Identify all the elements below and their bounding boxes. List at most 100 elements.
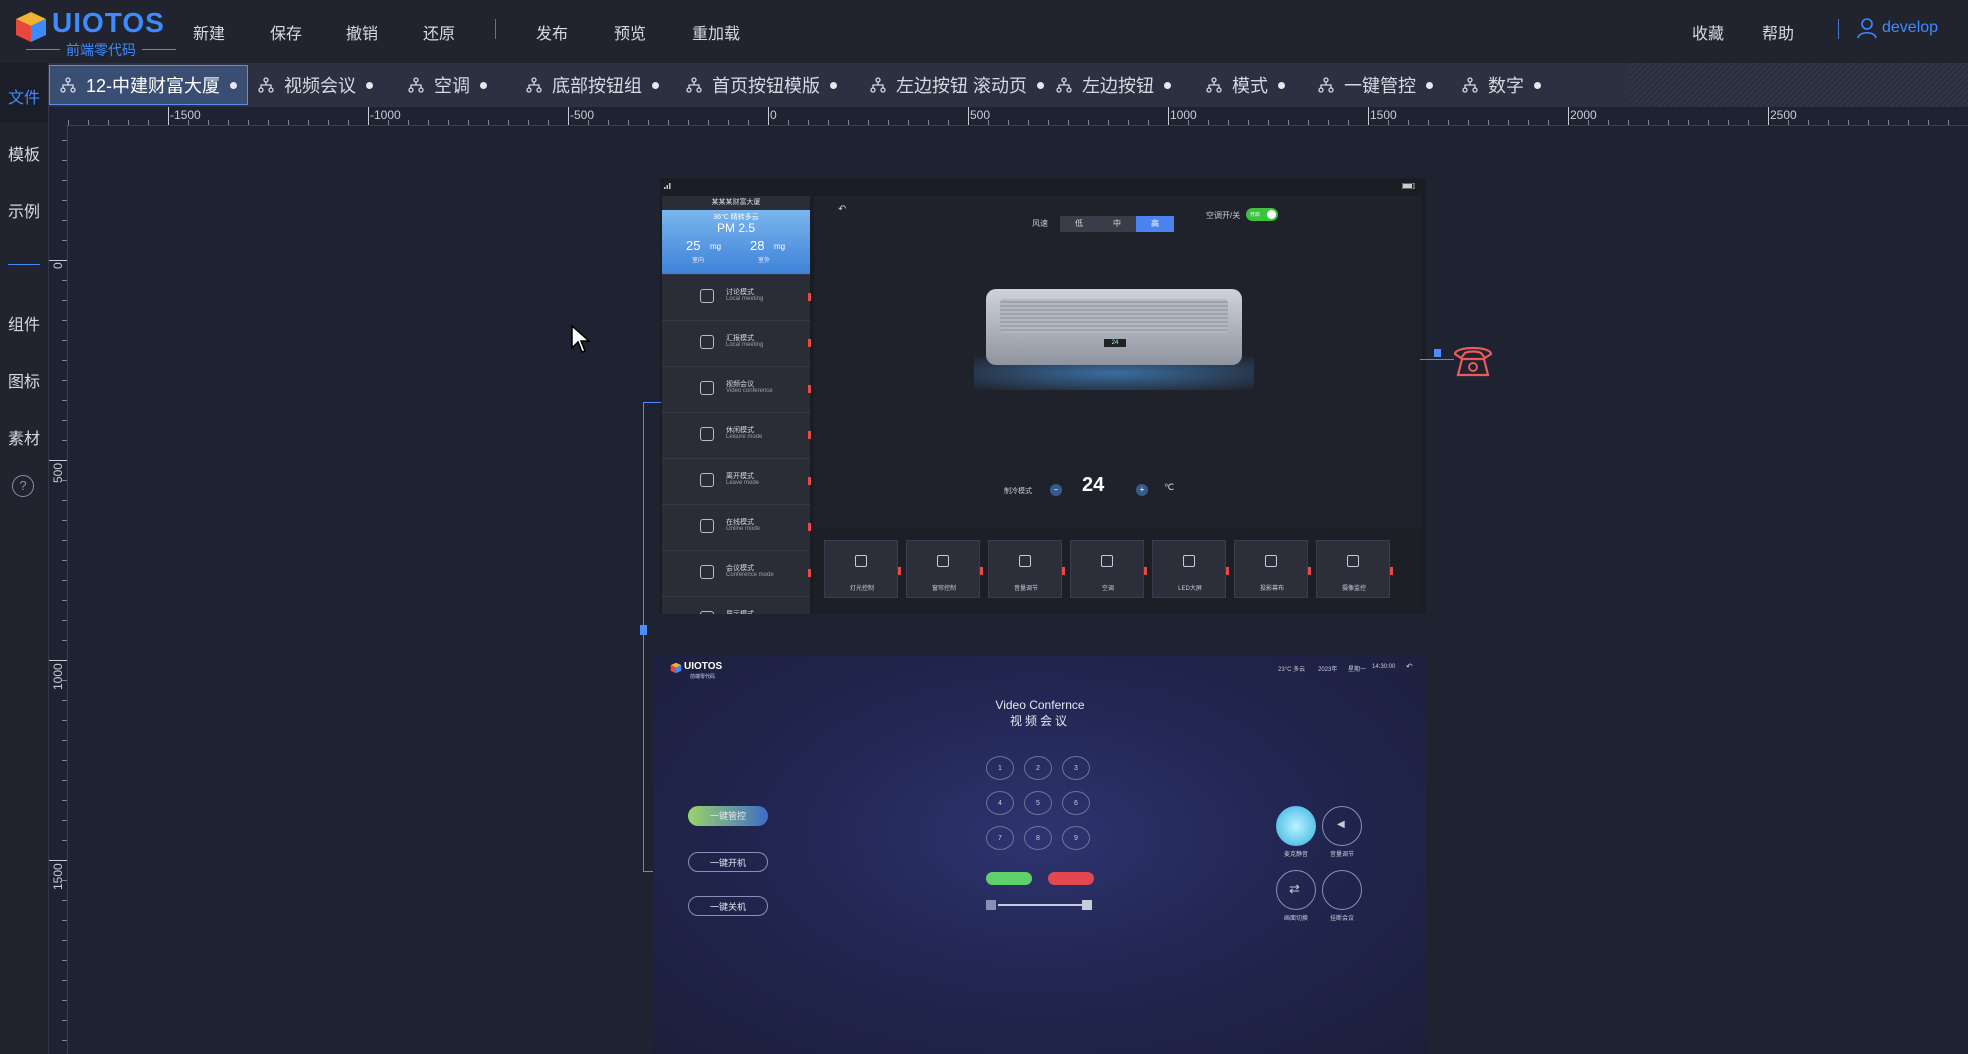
wind-speed-selector[interactable]: 低 中 高 <box>1060 216 1174 232</box>
wind-low[interactable]: 低 <box>1060 216 1098 232</box>
menu-new[interactable]: 新建 <box>193 20 225 44</box>
wind-high[interactable]: 高 <box>1136 216 1174 232</box>
ruler-tick <box>88 120 89 125</box>
keypad-key[interactable]: 2 <box>1024 756 1052 780</box>
menu-publish[interactable]: 发布 <box>536 20 568 44</box>
one-key-control-button[interactable]: 一键管控 <box>688 806 768 826</box>
canvas-preview-aircon[interactable]: 某某某财富大厦 36°C 晴转多云 PM 2.5 25 mg 室内 28 mg … <box>660 178 1426 614</box>
tab-7[interactable]: 左边按钮 <box>1046 65 1196 105</box>
mic-mute-button[interactable] <box>1276 806 1316 846</box>
volume-slider-handle[interactable] <box>1082 900 1092 910</box>
call-button[interactable] <box>986 872 1032 885</box>
sidebar-item-components[interactable]: 组件 <box>0 311 48 335</box>
keypad-key[interactable]: 9 <box>1062 826 1090 850</box>
keypad-key[interactable]: 3 <box>1062 756 1090 780</box>
sidebar-item-icons[interactable]: 图标 <box>0 368 48 392</box>
end-meeting-button[interactable] <box>1322 870 1362 910</box>
tab-3[interactable]: 空调 <box>398 65 516 105</box>
one-key-power-off-button[interactable]: 一键关机 <box>688 896 768 916</box>
tab-5[interactable]: 首页按钮模版 <box>676 65 860 105</box>
sidebar-item-assets[interactable]: 素材 <box>0 425 48 449</box>
menu-reload[interactable]: 重加载 <box>692 20 740 44</box>
device-button[interactable]: 窗帘控制 <box>906 540 983 598</box>
tab-close-dot[interactable] <box>1037 81 1045 89</box>
aircon-main-panel: ↶ 风速 低 中 高 空调开/关 开启 24 制冷模式 − 24 + ℃ <box>814 196 1422 528</box>
ruler-tick <box>62 520 67 521</box>
tab-close-dot[interactable] <box>1426 81 1433 89</box>
screen-switch-button[interactable]: ⇄ <box>1276 870 1316 910</box>
mode-item[interactable]: 讨论模式 Local meeting <box>662 274 811 319</box>
volume-slider-track[interactable] <box>998 904 1084 906</box>
tab-6[interactable]: 左边按钮 滚动页 <box>860 65 1046 105</box>
wind-mid[interactable]: 中 <box>1098 216 1136 232</box>
speaker-icon: ◀ <box>1337 819 1345 830</box>
menu-favorites[interactable]: 收藏 <box>1692 20 1724 44</box>
ruler-tick <box>368 107 369 125</box>
sidebar-item-examples[interactable]: 示例 <box>0 198 48 222</box>
tab-10[interactable]: 数字 <box>1452 65 1558 105</box>
keypad-key[interactable]: 8 <box>1024 826 1052 850</box>
menu-save[interactable]: 保存 <box>270 20 302 44</box>
tab-8[interactable]: 模式 <box>1196 65 1308 105</box>
menu-undo[interactable]: 撤销 <box>346 20 378 44</box>
user-menu[interactable]: develop <box>1856 17 1938 39</box>
vc-weather: 23°C 多云 <box>1278 667 1306 673</box>
device-button[interactable]: 投影幕布 <box>1234 540 1311 598</box>
ruler-tick <box>1728 120 1729 125</box>
hangup-button[interactable] <box>1048 872 1094 885</box>
device-button[interactable]: 空调 <box>1070 540 1147 598</box>
menu-help[interactable]: 帮助 <box>1762 20 1794 44</box>
one-key-power-on-button[interactable]: 一键开机 <box>688 852 768 872</box>
tab-9[interactable]: 一键管控 <box>1308 65 1452 105</box>
mode-item[interactable]: 汇报模式 Local meeting <box>662 320 811 365</box>
tab-close-dot[interactable] <box>230 81 238 89</box>
volume-adjust-button[interactable]: ◀ <box>1322 806 1362 846</box>
ruler-tick <box>1088 120 1089 125</box>
tab-close-dot[interactable] <box>652 81 659 89</box>
ruler-tick <box>62 580 67 581</box>
keypad-key[interactable]: 4 <box>986 791 1014 815</box>
temp-increase-button[interactable]: + <box>1136 484 1148 496</box>
device-button[interactable]: 音量调节 <box>988 540 1065 598</box>
keypad-key[interactable]: 5 <box>1024 791 1052 815</box>
menu-preview[interactable]: 预览 <box>614 20 646 44</box>
mode-item[interactable]: 离开模式 Leave mode <box>662 458 811 503</box>
page-link-node[interactable] <box>640 625 647 635</box>
tab-close-dot[interactable] <box>1164 81 1171 89</box>
device-button[interactable]: 摄像监控 <box>1316 540 1393 598</box>
ruler-tick <box>62 700 67 701</box>
tab-close-dot[interactable] <box>830 81 837 89</box>
keypad-key[interactable]: 7 <box>986 826 1014 850</box>
keypad-key[interactable]: 1 <box>986 756 1014 780</box>
ac-switch-label: 空调开/关 <box>1206 211 1241 220</box>
mode-item[interactable]: 休闲模式 Leisure mode <box>662 412 811 457</box>
mode-item[interactable]: 展示模式 <box>662 596 810 614</box>
tab-4[interactable]: 底部按钮组 <box>516 65 676 105</box>
ruler-tick <box>608 120 609 125</box>
canvas-preview-video-conference[interactable]: UIOTOS 前端零代码 23°C 多云 2023年 星期一 14:30:00 … <box>654 656 1426 1054</box>
ac-power-toggle[interactable]: 开启 <box>1246 208 1278 221</box>
back-icon[interactable]: ↶ <box>838 204 846 215</box>
tab-close-dot[interactable] <box>1534 81 1541 89</box>
ruler-tick <box>1228 120 1229 125</box>
menu-redo[interactable]: 还原 <box>423 20 455 44</box>
help-icon[interactable]: ? <box>12 475 34 497</box>
tab-close-dot[interactable] <box>480 81 487 89</box>
device-button[interactable]: LED大屏 <box>1152 540 1229 598</box>
tab-1[interactable]: 12-中建财富大厦 <box>49 65 248 105</box>
mode-item[interactable]: 在线模式 Online mode <box>662 504 811 549</box>
vc-back-icon[interactable]: ↶ <box>1406 662 1413 671</box>
phone-link-node[interactable] <box>1434 349 1441 357</box>
temp-decrease-button[interactable]: − <box>1050 484 1062 496</box>
tab-close-dot[interactable] <box>1278 81 1285 89</box>
sidebar-item-file[interactable]: 文件 <box>0 84 48 108</box>
tab-2[interactable]: 视频会议 <box>248 65 398 105</box>
mode-item[interactable]: 视频会议 Video conference <box>662 366 811 411</box>
sidebar-item-template[interactable]: 模板 <box>0 141 48 165</box>
tab-close-dot[interactable] <box>366 81 373 89</box>
keypad-key[interactable]: 6 <box>1062 791 1090 815</box>
mode-item[interactable]: 会议模式 Conference mode <box>662 550 811 595</box>
device-button[interactable]: 灯光控制 <box>824 540 901 598</box>
phone-icon[interactable] <box>1452 342 1494 378</box>
mode-icon <box>700 381 714 395</box>
